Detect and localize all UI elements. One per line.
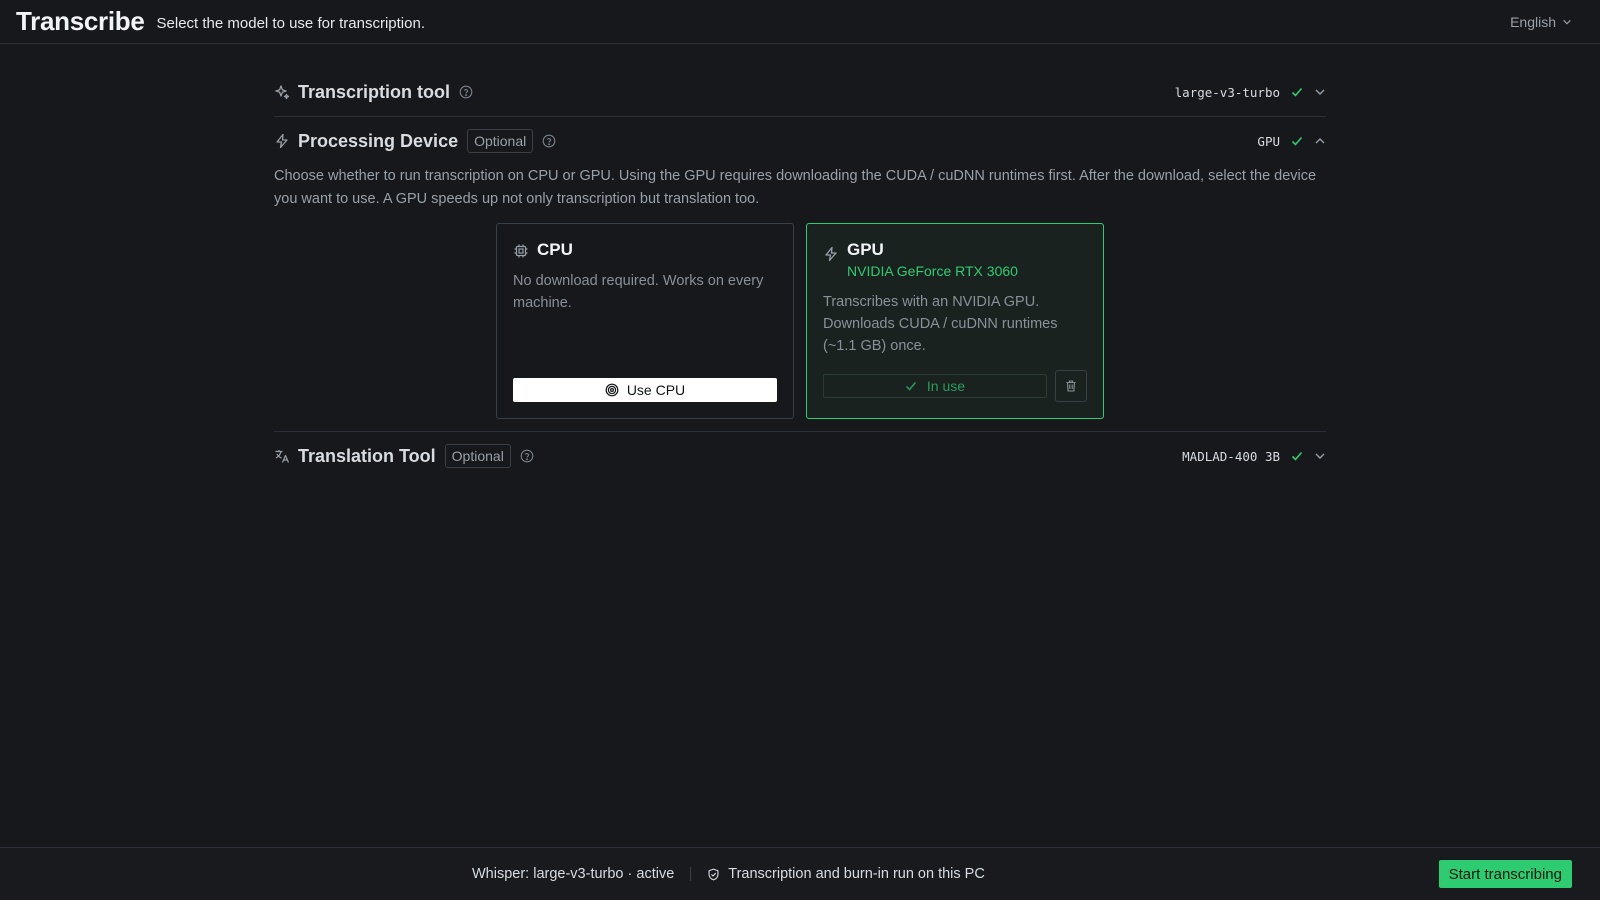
optional-badge: Optional (467, 129, 534, 153)
section-status: GPU (1257, 134, 1326, 149)
settings-panel: Transcription tool large-v3-turbo Proces… (274, 72, 1326, 476)
card-header: GPU NVIDIA GeForce RTX 3060 (823, 240, 1087, 279)
card-title: GPU (847, 240, 884, 259)
delete-runtime-button[interactable] (1055, 370, 1087, 402)
section-divider (274, 431, 1326, 432)
button-label: In use (926, 378, 966, 394)
device-cards: CPU No download required. Works on every… (496, 223, 1326, 419)
check-icon (1290, 134, 1304, 148)
selected-device-value: GPU (1257, 133, 1280, 149)
privacy-text: Transcription and burn-in run on this PC (728, 866, 985, 882)
section-processing-device[interactable]: Processing Device Optional GPU (274, 121, 1326, 161)
card-description: No download required. Works on every mac… (513, 273, 764, 311)
section-title: Transcription tool (298, 81, 451, 102)
button-label: Use CPU (626, 382, 686, 398)
start-transcribing-button[interactable]: Start transcribing (1438, 860, 1572, 888)
section-status: large-v3-turbo (1175, 85, 1326, 100)
selected-translation-value: MADLAD-400 3B (1182, 448, 1280, 464)
section-divider (274, 116, 1326, 117)
gpu-model-name: NVIDIA GeForce RTX 3060 (847, 263, 1018, 279)
check-icon (905, 380, 917, 392)
gpu-card[interactable]: GPU NVIDIA GeForce RTX 3060 Transcribes … (806, 223, 1104, 419)
app-title: Transcribe (16, 6, 145, 36)
app-window: Transcribe Select the model to use for t… (0, 0, 1600, 900)
help-circle-icon[interactable] (459, 85, 473, 99)
language-label: English (1510, 13, 1556, 30)
footer-status: Whisper: large-v3-turbo · active Transcr… (472, 866, 985, 882)
card-title: CPU (537, 240, 573, 259)
shield-icon (707, 868, 720, 881)
cpu-icon (513, 243, 529, 259)
help-circle-icon[interactable] (542, 134, 556, 148)
bottom-bar: Whisper: large-v3-turbo · active Transcr… (0, 847, 1600, 900)
card-header: CPU (513, 240, 777, 260)
top-header: Transcribe Select the model to use for t… (0, 0, 1600, 44)
section-status: MADLAD-400 3B (1182, 449, 1326, 464)
section-translation-tool[interactable]: Translation Tool Optional MADLAD-400 3B (274, 436, 1326, 476)
check-icon (1290, 85, 1304, 99)
optional-badge: Optional (444, 444, 511, 468)
processing-description: Choose whether to run transcription on C… (274, 168, 1317, 207)
trash-icon (1064, 379, 1078, 393)
section-title: Processing Device (298, 130, 459, 151)
chevron-down-icon (1562, 17, 1572, 27)
zap-icon (274, 133, 290, 149)
footer-divider (690, 867, 692, 881)
chevron-down-icon[interactable] (1314, 86, 1326, 98)
languages-icon (274, 448, 290, 464)
language-selector[interactable]: English (1510, 14, 1572, 30)
page-subtitle: Select the model to use for transcriptio… (156, 15, 425, 32)
cpu-card[interactable]: CPU No download required. Works on every… (496, 223, 794, 419)
zap-icon (823, 246, 839, 262)
card-description: Transcribes with an NVIDIA GPU. Download… (823, 294, 1058, 354)
selected-model-value: large-v3-turbo (1174, 84, 1280, 100)
chevron-up-icon[interactable] (1314, 135, 1326, 147)
help-circle-icon[interactable] (520, 449, 534, 463)
in-use-button: In use (823, 374, 1047, 398)
use-cpu-button[interactable]: Use CPU (513, 378, 777, 402)
chevron-down-icon[interactable] (1314, 450, 1326, 462)
gpu-actions: In use (823, 370, 1087, 402)
model-status-text: Whisper: large-v3-turbo · active (472, 866, 675, 882)
sparkles-icon (274, 84, 290, 100)
check-icon (1290, 449, 1304, 463)
target-icon (605, 383, 619, 397)
section-title: Translation Tool (298, 445, 436, 466)
section-transcription-tool[interactable]: Transcription tool large-v3-turbo (274, 72, 1326, 112)
